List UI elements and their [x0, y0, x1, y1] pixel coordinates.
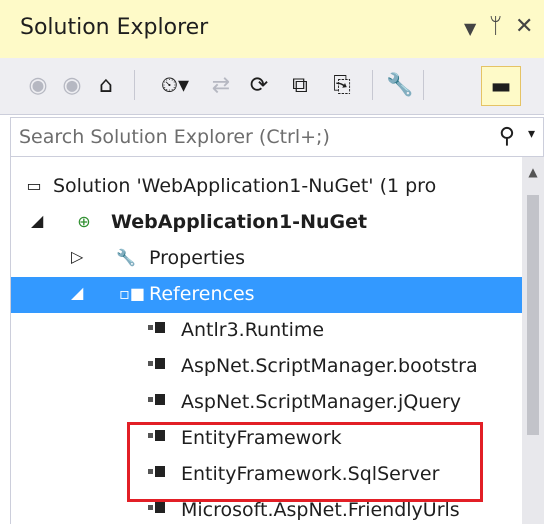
collapse-all-icon[interactable]: ⧉	[284, 68, 316, 102]
toolbar-separator	[372, 70, 373, 100]
tree-item-project[interactable]: ◢ ⊕ WebApplication1-NuGet	[11, 205, 523, 241]
references-label: References	[149, 283, 255, 305]
reference-label: AspNet.ScriptManager.jQuery	[181, 391, 462, 413]
scroll-thumb[interactable]	[527, 195, 539, 435]
reference-item[interactable]: AspNet.ScriptManager.bootstra	[11, 349, 523, 385]
search-icon[interactable]: ⚲	[499, 124, 515, 149]
assembly-icon	[147, 499, 169, 521]
dropdown-arrow-icon[interactable]: ▼	[464, 19, 476, 38]
project-label: WebApplication1-NuGet	[111, 211, 368, 233]
back-icon[interactable]: ◉	[22, 68, 54, 102]
forward-icon[interactable]: ◉	[56, 68, 88, 102]
search-box[interactable]: Search Solution Explorer (Ctrl+;) ⚲ ▾	[10, 117, 544, 157]
collapse-icon[interactable]: ◢	[31, 211, 43, 230]
pending-changes-icon[interactable]: ⏲▾	[150, 68, 200, 102]
reference-item[interactable]: AspNet.ScriptManager.jQuery	[11, 385, 523, 421]
tree-item-solution[interactable]: ▭ Solution 'WebApplication1-NuGet' (1 pr…	[11, 169, 523, 205]
solution-explorer-window: Solution Explorer ▼ ᛘ ✕ ◉ ◉ ⌂ ⏲▾ ⇄ ⟳ ⧉ ⎘…	[0, 0, 544, 524]
web-project-icon: ⊕	[77, 212, 91, 231]
scroll-up-icon[interactable]: ▲	[522, 165, 544, 179]
properties-label: Properties	[149, 247, 246, 269]
toolbar: ◉ ◉ ⌂ ⏲▾ ⇄ ⟳ ⧉ ⎘ 🔧	[0, 58, 544, 115]
search-options-icon[interactable]: ▾	[528, 126, 535, 142]
wrench-icon: 🔧	[116, 248, 136, 267]
show-all-files-icon[interactable]: ⎘	[326, 68, 358, 102]
collapse-icon[interactable]: ◢	[71, 283, 83, 302]
tree-item-properties[interactable]: ▷ 🔧 Properties	[11, 241, 523, 277]
pin-icon[interactable]: ᛘ	[489, 14, 502, 39]
reference-label: AspNet.ScriptManager.bootstra	[181, 355, 478, 377]
assembly-icon	[147, 391, 169, 413]
tree-item-references[interactable]: ◢ ▫■ References	[11, 277, 523, 313]
reference-item[interactable]: Antlr3.Runtime	[11, 313, 523, 349]
solution-icon: ▭	[26, 176, 42, 195]
highlight-box	[127, 422, 483, 502]
reference-label: Microsoft.AspNet.FriendlyUrls	[181, 499, 460, 521]
search-placeholder: Search Solution Explorer (Ctrl+;)	[19, 126, 330, 148]
toolbar-separator	[423, 70, 424, 100]
sync-icon[interactable]: ⇄	[205, 68, 237, 102]
toolbar-separator	[134, 70, 135, 100]
expand-icon[interactable]: ▷	[71, 247, 83, 266]
title-bar: Solution Explorer ▼ ᛘ ✕	[0, 0, 544, 58]
solution-label: Solution 'WebApplication1-NuGet' (1 pro	[53, 175, 437, 197]
preview-toggle[interactable]: ▬	[481, 66, 521, 106]
refresh-icon[interactable]: ⟳	[243, 68, 275, 102]
assembly-icon	[147, 355, 169, 377]
preview-icon: ▬	[490, 73, 512, 99]
properties-icon[interactable]: 🔧	[384, 68, 416, 102]
vertical-scrollbar[interactable]: ▲	[522, 157, 544, 524]
assembly-icon	[147, 319, 169, 341]
close-icon[interactable]: ✕	[515, 14, 533, 39]
references-icon: ▫■	[119, 284, 145, 303]
panel-title: Solution Explorer	[20, 15, 209, 40]
home-icon[interactable]: ⌂	[90, 68, 122, 102]
reference-label: Antlr3.Runtime	[181, 319, 325, 341]
